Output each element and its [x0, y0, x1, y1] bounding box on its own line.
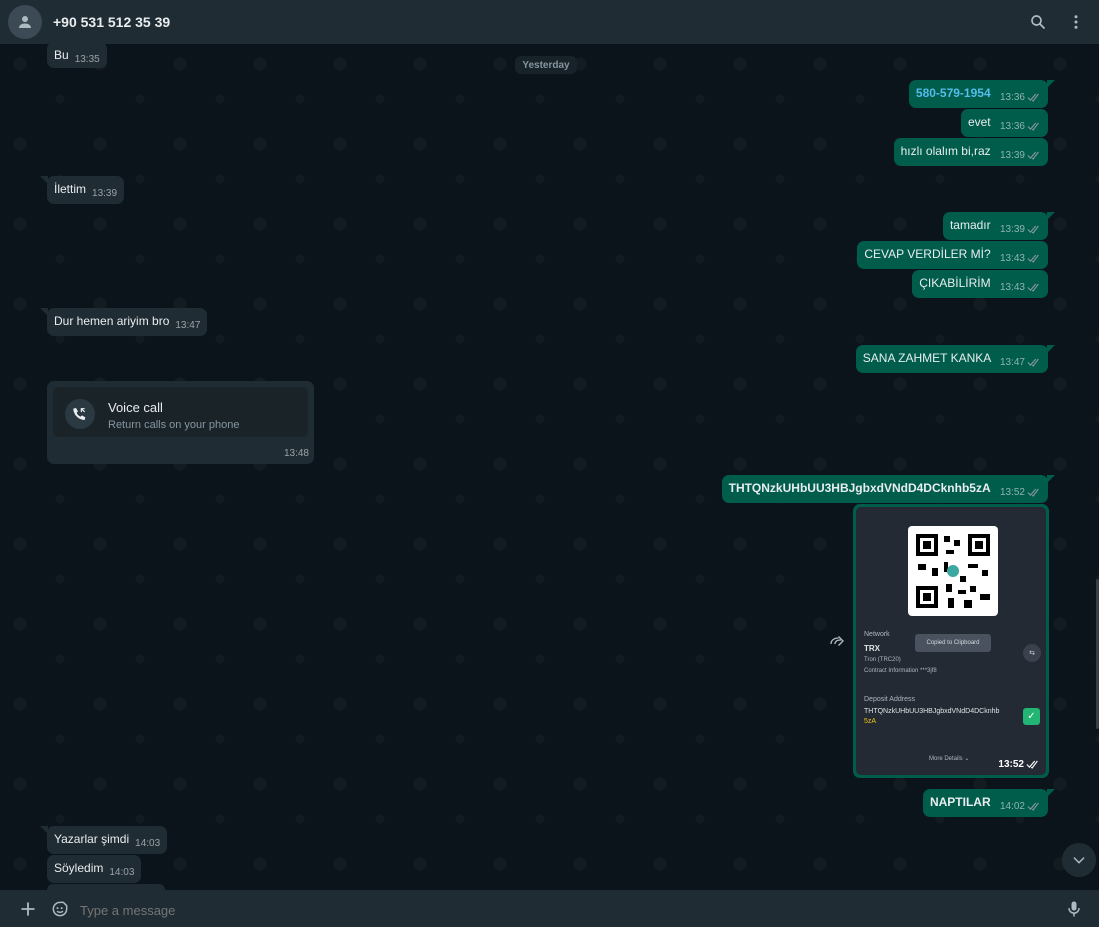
read-ticks-icon [1027, 254, 1039, 263]
search-icon[interactable] [1027, 11, 1049, 33]
message-outgoing: evet 13:36 [960, 109, 1048, 137]
message-incoming: İlettim 13:39 [39, 176, 125, 204]
deposit-address-line1: THTQNzkUHbUU3HBJgbxdVNdD4DCknhb [864, 708, 1000, 715]
check-icon: ✓ [1023, 708, 1040, 725]
chat-header: +90 531 512 35 39 [0, 0, 1099, 44]
scroll-down-button[interactable] [1062, 843, 1096, 877]
message-text: hızlı olalım bi,raz [900, 144, 991, 158]
message-outgoing: NAPTILAR 14:02 [922, 789, 1056, 817]
contract-info: Contract Information ***3jf8 [864, 668, 937, 674]
message-time: 13:52 [998, 759, 1024, 770]
swap-icon: ⇆ [1023, 644, 1041, 662]
date-separator: Yesterday [515, 56, 577, 74]
read-ticks-icon [1027, 151, 1039, 160]
message-time: 14:03 [135, 838, 161, 849]
message-time: 13:39 [92, 188, 118, 199]
message-time: 13:43 [999, 253, 1025, 264]
message-incoming: Dur hemen ariyim bro 13:47 [39, 308, 208, 336]
message-outgoing: 580-579-1954 13:36 [908, 80, 1056, 108]
read-ticks-icon [1027, 225, 1039, 234]
read-ticks-icon [1027, 283, 1039, 292]
message-outgoing: ÇIKABİLİRİM 13:43 [912, 270, 1048, 298]
message-incoming: Söyledim 14:03 [47, 855, 142, 883]
message-time: 14:02 [999, 801, 1025, 812]
message-time: 14:03 [109, 867, 135, 878]
chevron-down-icon [1073, 857, 1085, 864]
read-ticks-icon [1026, 760, 1038, 769]
menu-icon[interactable] [1065, 11, 1087, 33]
message-time: 13:39 [999, 224, 1025, 235]
message-text: tamadır [949, 218, 991, 232]
message-text: Yazarlar şimdi [54, 832, 130, 846]
message-incoming: Bu 13:35 [47, 44, 107, 68]
attach-plus-icon[interactable] [18, 899, 38, 919]
message-text: CEVAP VERDİLER Mİ? [864, 247, 991, 261]
microphone-icon[interactable] [1064, 899, 1084, 919]
image-message[interactable]: Network TRX Tron (TRC20) Contract Inform… [853, 504, 1049, 778]
read-ticks-icon [1027, 122, 1039, 131]
message-time: 13:47 [999, 357, 1025, 368]
message-time: 13:36 [999, 121, 1025, 132]
message-outgoing: CEVAP VERDİLER Mİ? 13:43 [857, 241, 1048, 269]
message-incoming: Yazarlar şimdi 14:03 [39, 826, 168, 854]
network-label: Network [864, 631, 890, 638]
voice-call-card[interactable]: Voice call Return calls on your phone [53, 387, 308, 437]
deposit-address-line2: 5zA [864, 718, 877, 725]
message-text: İlettim [54, 182, 87, 196]
message-time: 13:48 [283, 448, 309, 459]
phone-link[interactable]: 580-579-1954 [916, 86, 991, 100]
read-ticks-icon [1027, 358, 1039, 367]
network-value: TRX [864, 644, 880, 653]
more-details: More Details ⌄ [929, 756, 970, 762]
voice-call-subtitle: Return calls on your phone [108, 419, 240, 431]
forward-icon[interactable] [828, 632, 846, 650]
emoji-sticker-icon[interactable] [50, 899, 70, 919]
contact-name[interactable]: +90 531 512 35 39 [53, 14, 170, 30]
message-time: 13:52 [999, 487, 1025, 498]
message-text: NAPTILAR [929, 795, 991, 809]
message-text: Dur hemen ariyim bro [54, 314, 170, 328]
message-outgoing: SANA ZAHMET KANKA 13:47 [855, 345, 1056, 373]
voice-call-title: Voice call [108, 400, 163, 415]
message-time: 13:43 [999, 282, 1025, 293]
message-text: Söyledim [54, 861, 104, 875]
message-time: 13:47 [175, 320, 201, 331]
message-time: 13:39 [999, 150, 1025, 161]
message-time: 13:35 [74, 54, 100, 65]
network-sub: Tron (TRC20) [864, 657, 901, 663]
read-ticks-icon [1027, 93, 1039, 102]
message-outgoing: hızlı olalım bi,raz 13:39 [893, 138, 1048, 166]
copied-toast: Copied to Clipboard [915, 634, 991, 652]
message-input[interactable] [74, 898, 1042, 922]
read-ticks-icon [1027, 802, 1039, 811]
deposit-label: Deposit Address [864, 696, 915, 703]
person-icon [19, 16, 31, 28]
message-time: 13:36 [999, 92, 1025, 103]
message-outgoing: tamadır 13:39 [942, 212, 1056, 240]
message-text: SANA ZAHMET KANKA [862, 351, 991, 365]
message-text: THTQNzkUHbUU3HBJgbxdVNdD4DCknhb5zA [728, 481, 991, 495]
message-text: evet [967, 115, 991, 129]
read-ticks-icon [1027, 488, 1039, 497]
composer-bar [0, 890, 1099, 927]
image-thumbnail[interactable]: Network TRX Tron (TRC20) Contract Inform… [856, 507, 1046, 775]
chat-area: Bu 13:35 Yesterday 580-579-1954 13:36 eve… [0, 44, 1099, 890]
avatar[interactable] [8, 5, 42, 39]
message-text: ÇIKABİLİRİM [919, 276, 991, 290]
qr-code-image [908, 526, 998, 616]
voice-call-message[interactable]: Voice call Return calls on your phone 13… [47, 381, 314, 464]
message-outgoing: THTQNzkUHbUU3HBJgbxdVNdD4DCknhb5zA 13:52 [721, 475, 1056, 503]
missed-call-icon [65, 399, 95, 429]
message-text: Bu [54, 48, 69, 62]
